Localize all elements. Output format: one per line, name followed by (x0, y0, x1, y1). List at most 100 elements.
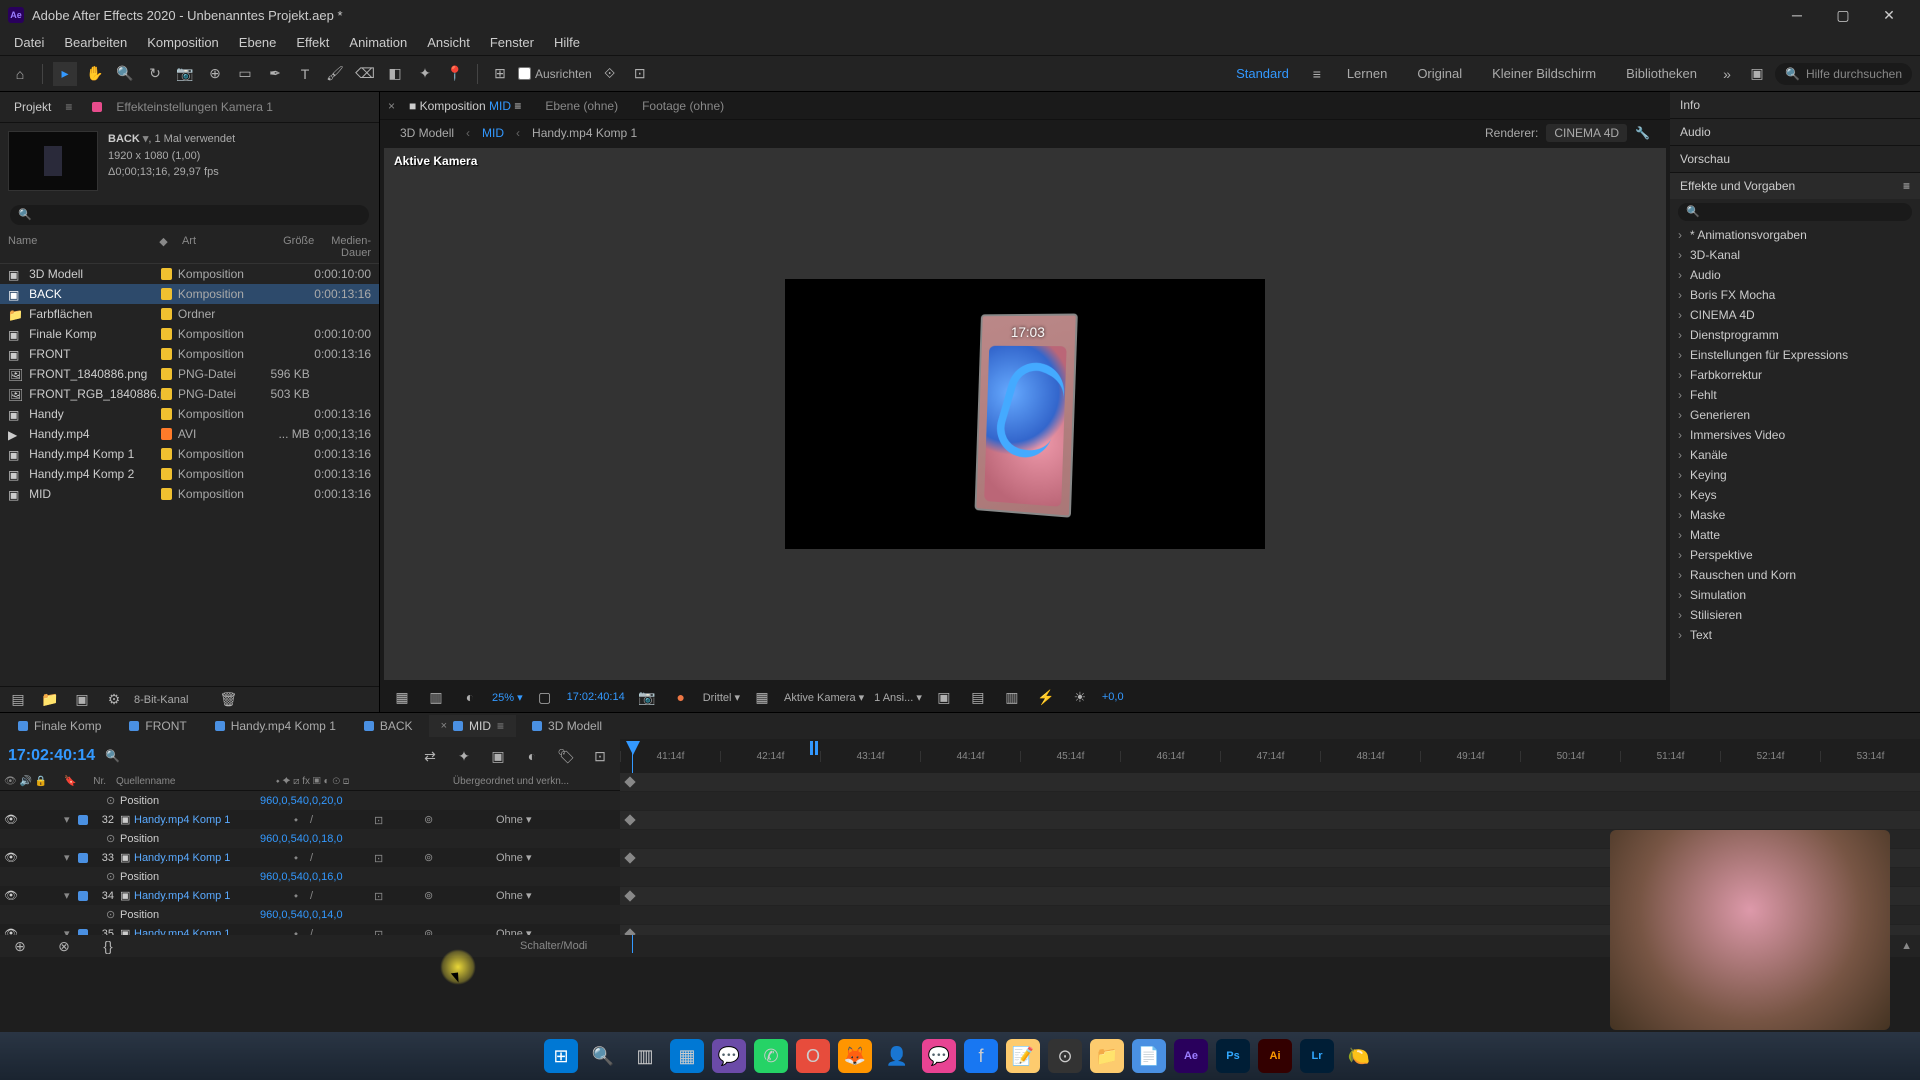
illustrator-icon[interactable]: Ai (1258, 1039, 1292, 1073)
zoom-in-icon[interactable]: ▲ (1901, 940, 1912, 952)
effect-category[interactable]: Audio (1670, 265, 1920, 285)
renderer-settings-icon[interactable]: 🔧 (1635, 126, 1650, 140)
menu-hilfe[interactable]: Hilfe (544, 31, 590, 54)
mask-icon[interactable]: ◐ (458, 685, 482, 709)
col-size[interactable]: Größe (267, 235, 314, 259)
firefox-icon[interactable]: 🦊 (838, 1039, 872, 1073)
brush-tool-icon[interactable]: 🖌 (323, 62, 347, 86)
quality-dropdown[interactable]: Drittel ▾ (703, 691, 740, 704)
messenger-icon[interactable]: 💬 (922, 1039, 956, 1073)
minimize-button[interactable]: ─ (1774, 0, 1820, 30)
menu-komposition[interactable]: Komposition (137, 31, 229, 54)
tl-tool5-icon[interactable]: 🏷 (554, 744, 578, 768)
snap-icon[interactable]: ⊞ (488, 62, 512, 86)
timeline-tab[interactable]: Handy.mp4 Komp 1 (203, 715, 348, 737)
effect-category[interactable]: 3D-Kanal (1670, 245, 1920, 265)
project-row[interactable]: 🖼FRONT_1840886.pngPNG-Datei596 KB (0, 364, 379, 384)
effect-category[interactable]: Fehlt (1670, 385, 1920, 405)
project-tab[interactable]: Projekt (8, 96, 57, 118)
timeline-tab[interactable]: FRONT (117, 715, 198, 737)
exposure-value[interactable]: +0,0 (1102, 691, 1124, 703)
track-row[interactable] (620, 811, 1920, 830)
res-icon[interactable]: ▢ (533, 685, 557, 709)
notes-icon[interactable]: 📝 (1006, 1039, 1040, 1073)
menu-fenster[interactable]: Fenster (480, 31, 544, 54)
editor-icon[interactable]: 📄 (1132, 1039, 1166, 1073)
workspace-biblio[interactable]: Bibliotheken (1614, 66, 1709, 81)
camera-tool-icon[interactable]: 📷 (173, 62, 197, 86)
menu-datei[interactable]: Datei (4, 31, 54, 54)
track-row[interactable] (620, 792, 1920, 811)
timeline-tab[interactable]: × MID ≡ (429, 715, 516, 737)
workspace-standard[interactable]: Standard (1226, 66, 1299, 81)
effect-category[interactable]: Generieren (1670, 405, 1920, 425)
project-row[interactable]: ▣FRONTKomposition0:00:13:16 (0, 344, 379, 364)
anchor-tool-icon[interactable]: ⊕ (203, 62, 227, 86)
after-effects-icon[interactable]: Ae (1174, 1039, 1208, 1073)
close-button[interactable]: ✕ (1866, 0, 1912, 30)
col-name[interactable]: Name (8, 235, 159, 259)
project-row[interactable]: ▣3D ModellKomposition0:00:10:00 (0, 264, 379, 284)
roto-tool-icon[interactable]: ✦ (413, 62, 437, 86)
bit-depth[interactable]: 8-Bit-Kanal (134, 694, 188, 706)
effect-category[interactable]: Keys (1670, 485, 1920, 505)
effect-category[interactable]: Text (1670, 625, 1920, 645)
comp-tab-close-icon[interactable]: × (388, 99, 395, 113)
project-row[interactable]: ▣BACKKomposition0:00:13:16 (0, 284, 379, 304)
project-row[interactable]: ▣MIDKomposition0:00:13:16 (0, 484, 379, 504)
new-folder-icon[interactable]: 📁 (38, 688, 62, 712)
grid-icon[interactable]: ▥ (424, 685, 448, 709)
obs-icon[interactable]: ⊙ (1048, 1039, 1082, 1073)
widgets-icon[interactable]: ▦ (670, 1039, 704, 1073)
current-time[interactable]: 17:02:40:14 (8, 747, 95, 765)
crumb-3dmodell[interactable]: 3D Modell (400, 126, 454, 140)
align-checkbox[interactable]: Ausrichten (518, 67, 592, 81)
col-type[interactable]: Art (182, 235, 267, 259)
menu-ebene[interactable]: Ebene (229, 31, 287, 54)
exposure-icon[interactable]: ☀ (1068, 685, 1092, 709)
lightroom-icon[interactable]: Lr (1300, 1039, 1334, 1073)
viewer-timecode[interactable]: 17:02:40:14 (567, 691, 625, 703)
timeline-search-icon[interactable]: 🔍 (105, 749, 120, 763)
whatsapp-icon[interactable]: ✆ (754, 1039, 788, 1073)
menu-ansicht[interactable]: Ansicht (417, 31, 480, 54)
layer-row[interactable]: 👁▾35▣Handy.mp4 Komp 1⬩/⊡⊚Ohne ▾ (0, 924, 620, 935)
crumb-mid[interactable]: MID (482, 126, 504, 140)
new-comp-icon[interactable]: ▣ (70, 688, 94, 712)
workspace-menu-icon[interactable]: ≡ (1305, 62, 1329, 86)
snapshot-icon[interactable]: 📷 (635, 685, 659, 709)
trash-icon[interactable]: 🗑 (216, 688, 240, 712)
effect-category[interactable]: Perspektive (1670, 545, 1920, 565)
audio-panel-tab[interactable]: Audio (1670, 119, 1920, 146)
zoom-dropdown[interactable]: 25% ▾ (492, 691, 523, 704)
comp-tab-mid[interactable]: ■ Komposition MID ≡ (399, 95, 531, 117)
effects-search-input[interactable] (1678, 203, 1912, 221)
camera-dropdown[interactable]: Aktive Kamera ▾ (784, 691, 864, 704)
effect-category[interactable]: Maske (1670, 505, 1920, 525)
project-row[interactable]: ▣HandyKomposition0:00:13:16 (0, 404, 379, 424)
transparent-icon[interactable]: ▦ (750, 685, 774, 709)
views-dropdown[interactable]: 1 Ansi... ▾ (874, 691, 922, 704)
snap-opts-icon[interactable]: ⟐ (598, 62, 622, 86)
taskbar-search-icon[interactable]: 🔍 (586, 1039, 620, 1073)
view2-icon[interactable]: ▤ (966, 685, 990, 709)
pen-tool-icon[interactable]: ✒ (263, 62, 287, 86)
channel-icon[interactable]: ● (669, 685, 693, 709)
layer-row[interactable]: 👁▾33▣Handy.mp4 Komp 1⬩/⊡⊚Ohne ▾ (0, 848, 620, 867)
zoom-tool-icon[interactable]: 🔍 (113, 62, 137, 86)
property-row[interactable]: ⊙Position960,0,540,0,20,0 (0, 791, 620, 810)
view1-icon[interactable]: ▣ (932, 685, 956, 709)
view3-icon[interactable]: ▥ (1000, 685, 1024, 709)
tl-tool3-icon[interactable]: ▣ (486, 744, 510, 768)
effect-settings-tab[interactable]: Effekteinstellungen Kamera 1 (110, 96, 279, 118)
project-row[interactable]: ▣Handy.mp4 Komp 1Komposition0:00:13:16 (0, 444, 379, 464)
effect-category[interactable]: Kanäle (1670, 445, 1920, 465)
effect-category[interactable]: Stilisieren (1670, 605, 1920, 625)
tl-tool2-icon[interactable]: ✦ (452, 744, 476, 768)
explorer-icon[interactable]: 📁 (1090, 1039, 1124, 1073)
property-row[interactable]: ⊙Position960,0,540,0,14,0 (0, 905, 620, 924)
start-menu-icon[interactable]: ⊞ (544, 1039, 578, 1073)
workspace-original[interactable]: Original (1405, 66, 1474, 81)
selection-tool-icon[interactable]: ▸ (53, 62, 77, 86)
help-search[interactable]: 🔍 Hilfe durchsuchen (1775, 63, 1912, 85)
